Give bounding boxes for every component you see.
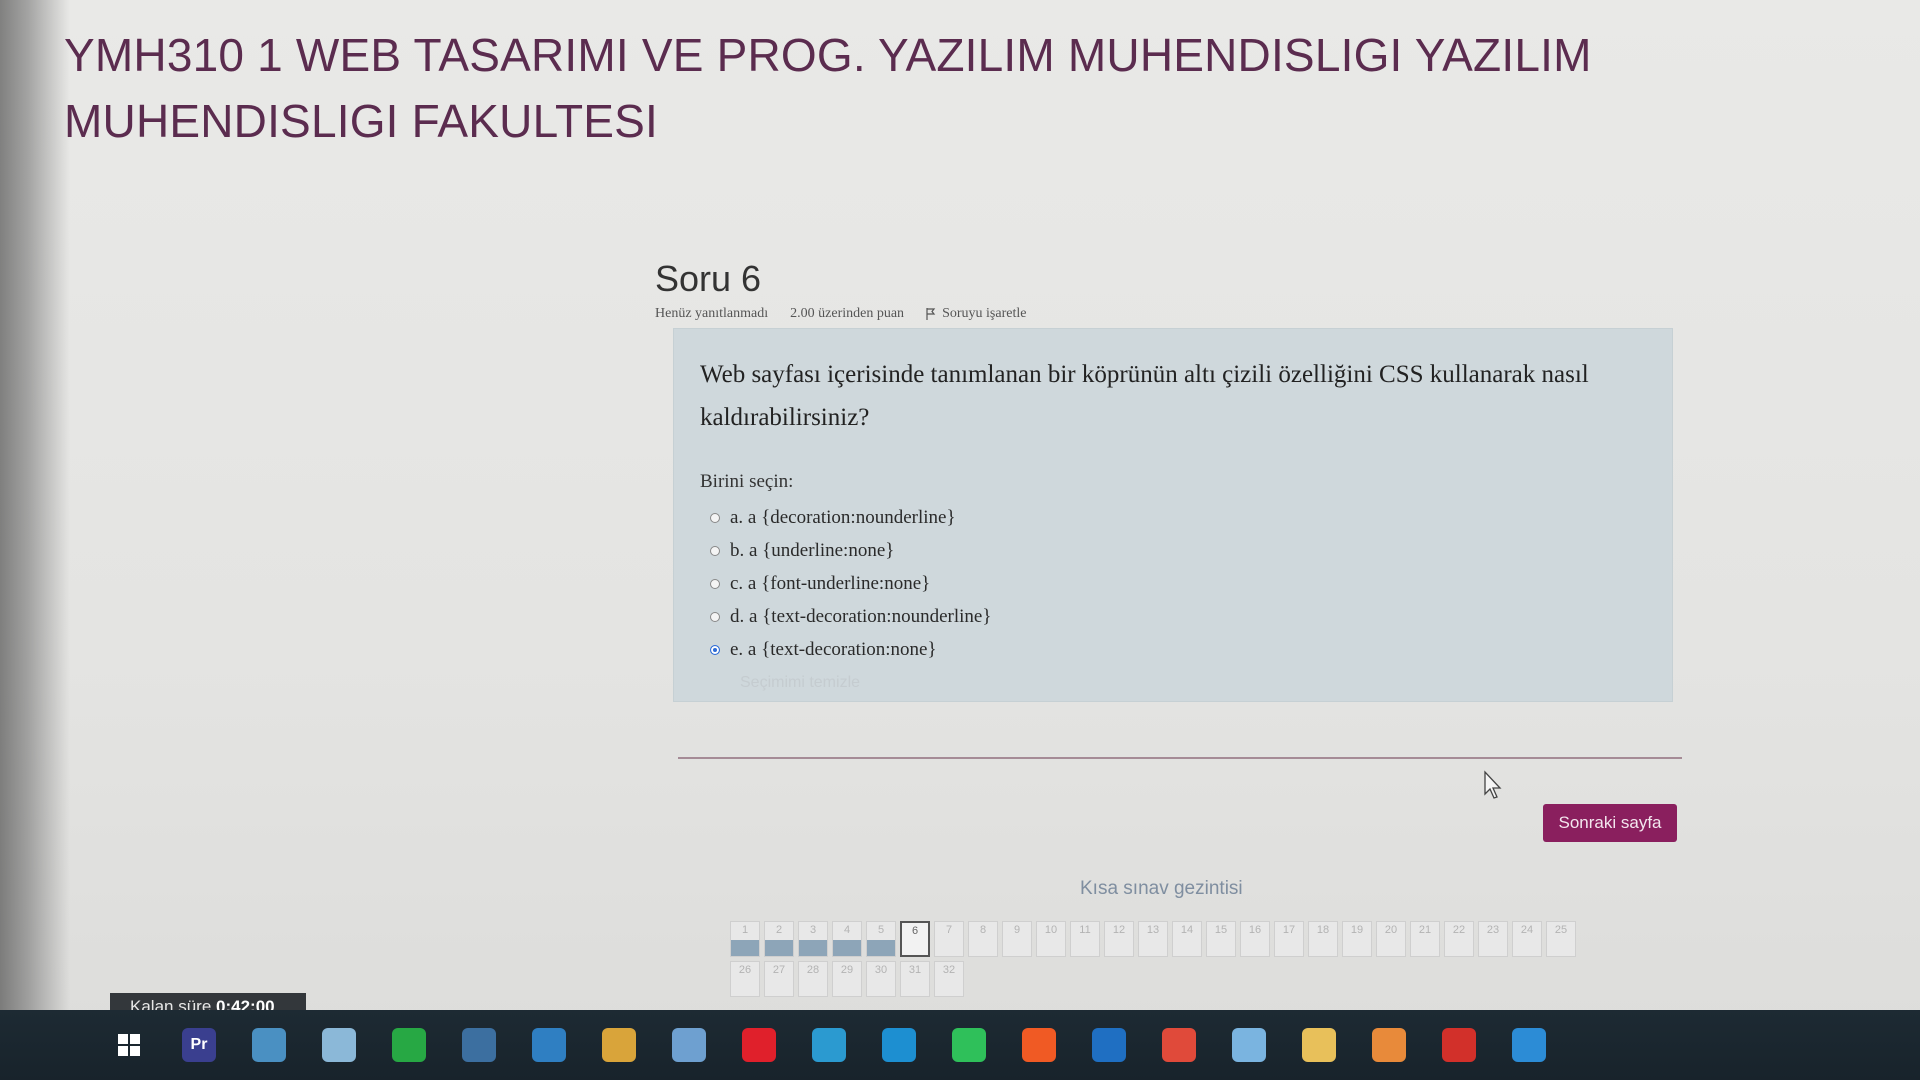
answer-radio[interactable] [710,611,720,622]
chrome-icon[interactable] [1162,1028,1196,1062]
answer-label: a. a {decoration:nounderline} [730,506,956,528]
quiz-nav-button[interactable]: 13 [1138,921,1168,957]
quiz-nav-button[interactable]: 5 [866,921,896,957]
quiz-nav-button[interactable]: 25 [1546,921,1576,957]
quiz-nav-button[interactable]: 32 [934,961,964,997]
outlook-icon[interactable] [1092,1028,1126,1062]
mail-icon[interactable] [532,1028,566,1062]
folder-icon[interactable] [602,1028,636,1062]
calculator-icon[interactable] [462,1028,496,1062]
windows-start-icon[interactable] [112,1028,146,1062]
whatsapp-icon[interactable] [952,1028,986,1062]
quiz-nav-button[interactable]: 3 [798,921,828,957]
quiz-nav-button[interactable]: 8 [968,921,998,957]
quiz-nav-button[interactable]: 1 [730,921,760,957]
course-title: YMH310 1 WEB TASARIMI VE PROG. YAZILIM M… [64,29,1592,147]
answer-label: b. a {underline:none} [730,539,895,561]
quiz-nav-button[interactable]: 31 [900,961,930,997]
quiz-nav-button[interactable]: 12 [1104,921,1134,957]
quiz-nav-button[interactable]: 19 [1342,921,1372,957]
premiere-icon[interactable]: Pr [182,1028,216,1062]
store-app-icon[interactable] [812,1028,846,1062]
chrome-active-icon[interactable] [1372,1028,1406,1062]
circle-app-icon[interactable] [392,1028,426,1062]
windows-taskbar: Pr [0,1010,1920,1080]
quiz-nav-button[interactable]: 26 [730,961,760,997]
quiz-nav-button[interactable]: 18 [1308,921,1338,957]
flag-question-link[interactable]: Soruyu işaretle [926,306,1026,322]
quiz-nav-button[interactable]: 16 [1240,921,1270,957]
quiz-nav-button[interactable]: 7 [934,921,964,957]
premiere-label: Pr [190,1036,208,1053]
quiz-nav-button[interactable]: 28 [798,961,828,997]
quiz-nav-button[interactable]: 22 [1444,921,1474,957]
answer-label: d. a {text-decoration:nounderline} [730,605,992,627]
quiz-nav-button[interactable]: 6 [900,921,930,957]
answer-label: e. a {text-decoration:none} [730,638,937,660]
quiz-navigation-title: Kısa sınav gezintisi [1080,878,1243,899]
quiz-nav-button[interactable]: 2 [764,921,794,957]
quiz-nav-button[interactable]: 27 [764,961,794,997]
monitor-bezel [0,0,70,1080]
quiz-nav-button[interactable]: 24 [1512,921,1542,957]
quiz-nav-button[interactable]: 20 [1376,921,1406,957]
next-page-button[interactable]: Sonraki sayfa [1543,804,1677,842]
quiz-nav-button[interactable]: 15 [1206,921,1236,957]
answer-radio[interactable] [710,644,720,655]
quiz-nav-button[interactable]: 9 [1002,921,1032,957]
quiz-nav-button[interactable]: 21 [1410,921,1440,957]
answer-option[interactable]: b. a {underline:none} [710,534,1646,567]
acrobat-icon[interactable] [1442,1028,1476,1062]
shopping-icon[interactable] [1302,1028,1336,1062]
quiz-nav-button[interactable]: 10 [1036,921,1066,957]
flag-question-label: Soruyu işaretle [942,306,1027,321]
quiz-nav-button[interactable]: 4 [832,921,862,957]
quiz-nav-button[interactable]: 30 [866,961,896,997]
question-info: Henüz yanıtlanmadı 2.00 üzerinden puan S… [655,306,1715,322]
answer-option[interactable]: c. a {font-underline:none} [710,567,1646,600]
file-explorer-icon[interactable] [252,1028,286,1062]
question-text: Web sayfası içerisinde tanımlanan bir kö… [700,361,1589,431]
flag-icon [926,308,936,320]
answer-label: c. a {font-underline:none} [730,572,931,594]
chat-icon[interactable] [1232,1028,1266,1062]
question-status: Henüz yanıtlanmadı [655,306,769,321]
clear-choice-link[interactable]: Seçimimi temizle [740,674,1646,692]
quiz-nav-button[interactable]: 23 [1478,921,1508,957]
question-number: Soru 6 [655,258,762,299]
mouse-cursor-icon [1484,770,1502,799]
edge-icon[interactable] [882,1028,916,1062]
quiz-navigation-grid: 1 2 3 4 5 6 7 8 9 10 11 12 13 14 15 16 17 18 19 20 21 22 23 24 2… [730,921,1610,1001]
choose-one-label: Birini seçin: [700,471,794,492]
answer-radio[interactable] [710,545,720,556]
question-points: 2.00 üzerinden puan [790,306,905,321]
divider [678,757,1682,759]
notes-icon[interactable] [672,1028,706,1062]
quiz-nav-button[interactable]: 14 [1172,921,1202,957]
answer-option[interactable]: e. a {text-decoration:none} [710,633,1646,666]
quiz-nav-row: 1 2 3 4 5 6 7 8 9 10 11 12 13 14 15 16 17 18 19 20 21 22 23 24 2… [730,921,1610,957]
paint-icon[interactable] [322,1028,356,1062]
answer-radio[interactable] [710,512,720,523]
answer-option[interactable]: a. a {decoration:nounderline} [710,501,1646,534]
quiz-nav-button[interactable]: 17 [1274,921,1304,957]
quiz-nav-button[interactable]: 29 [832,961,862,997]
opera-icon[interactable] [742,1028,776,1062]
answer-radio[interactable] [710,578,720,589]
question-block: Soru 6 Henüz yanıtlanmadı 2.00 üzerinden… [655,258,1715,702]
quiz-nav-row: 26 27 28 29 30 31 32 [730,961,1610,997]
answer-list: a. a {decoration:nounderline} b. a {under… [710,501,1646,666]
answer-option[interactable]: d. a {text-decoration:nounderline} [710,600,1646,633]
quiz-nav-button[interactable]: 11 [1070,921,1100,957]
brave-icon[interactable] [1022,1028,1056,1062]
question-content-box: Web sayfası içerisinde tanımlanan bir kö… [673,328,1673,702]
teamviewer-icon[interactable] [1512,1028,1546,1062]
